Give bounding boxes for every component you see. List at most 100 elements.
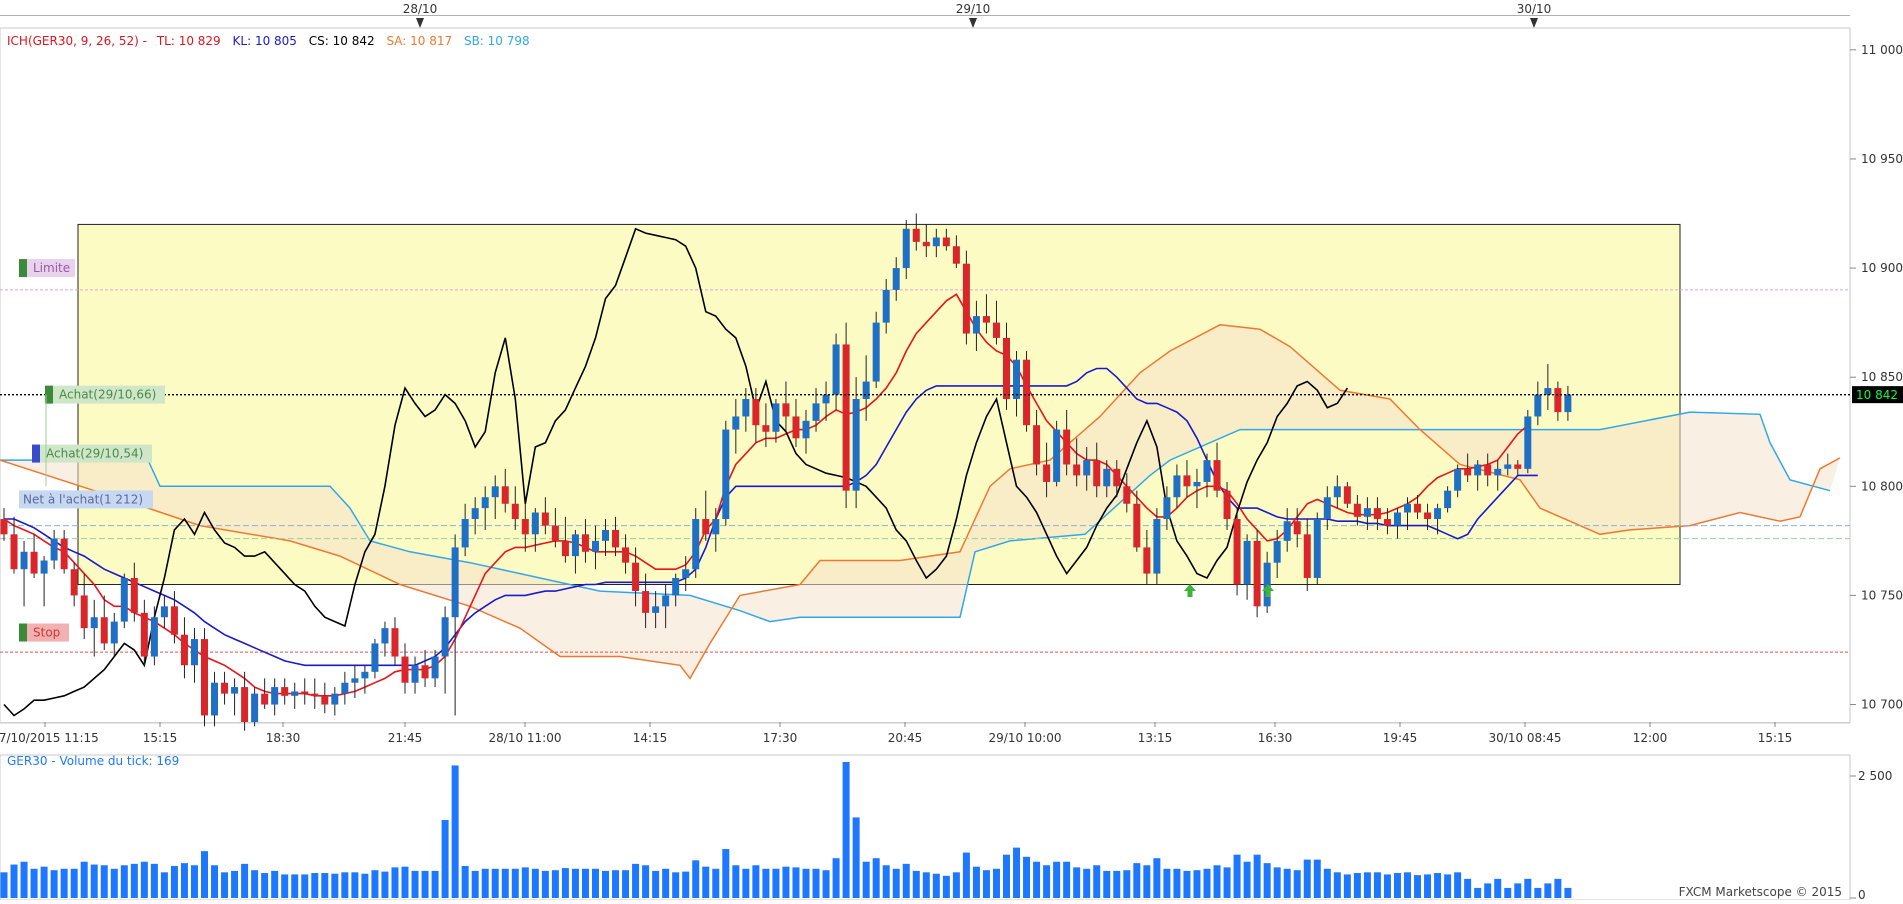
candle-body	[30, 551, 38, 574]
candle[interactable]	[842, 322, 850, 509]
volume-bar	[1424, 874, 1432, 898]
volume-bar	[1414, 875, 1422, 898]
volume-bar	[150, 863, 158, 898]
time-tick-label: 14:15	[633, 731, 668, 745]
volume-bar	[551, 870, 559, 898]
candle[interactable]	[1313, 512, 1321, 585]
volume-bar	[832, 858, 840, 898]
candle-body	[491, 486, 499, 498]
volume-bar	[602, 870, 609, 898]
candle[interactable]	[120, 573, 128, 629]
candle-body	[531, 512, 539, 535]
volume-bar	[1043, 865, 1051, 898]
volume-bar	[241, 863, 249, 898]
volume-bar	[1153, 858, 1161, 898]
volume-bar	[682, 871, 690, 898]
candle-body	[291, 691, 299, 696]
volume-bar	[722, 849, 730, 898]
time-tick-label: 15:15	[1758, 731, 1793, 745]
achat-2-marker[interactable]: Achat(29/10,54)	[32, 444, 152, 463]
candle-body	[591, 540, 599, 552]
price-tick-label: 10 700	[1861, 698, 1903, 712]
date-marker-label: 30/10	[1517, 2, 1552, 16]
candle-body	[221, 682, 229, 694]
volume-bar	[311, 873, 319, 898]
achat-1-marker[interactable]: Achat(29/10,66)	[45, 385, 165, 404]
volume-bar	[251, 870, 259, 898]
candle-body	[541, 512, 549, 526]
volume-tick-label-0: 0	[1858, 888, 1866, 900]
volume-bar	[0, 872, 8, 898]
time-tick-label: 30/10 08:45	[1489, 731, 1562, 745]
volume-bar	[201, 851, 208, 898]
candle-body	[1484, 464, 1492, 476]
candle-body	[331, 693, 339, 705]
candle-body	[271, 687, 279, 705]
candle[interactable]	[1023, 350, 1031, 432]
candle-body	[1514, 464, 1522, 469]
volume-bar	[792, 867, 800, 898]
price-chart[interactable]: 28/10 29/10 30/10 11 000 10 950 10 900 10 850…	[0, 0, 1903, 902]
volume-bar	[1223, 867, 1231, 898]
volume-bar	[772, 868, 780, 898]
time-tick-label: 27/10/2015 11:15	[0, 731, 99, 745]
price-tick-label: 10 900	[1861, 261, 1903, 275]
volume-bar	[120, 865, 128, 898]
stop-marker[interactable]: Stop	[19, 623, 69, 642]
volume-bar	[221, 872, 229, 898]
volume-bar	[331, 873, 339, 898]
candle-body	[602, 529, 609, 541]
volume-bar	[1524, 878, 1532, 898]
volume-bar	[1343, 874, 1351, 898]
volume-bar	[632, 863, 640, 898]
candle[interactable]	[722, 420, 730, 526]
volume-bar	[1393, 873, 1401, 898]
candle-body	[932, 237, 940, 247]
volume-bar	[1333, 872, 1341, 898]
candle-body	[1494, 468, 1502, 476]
candle-body	[1373, 508, 1381, 520]
volume-bar	[1143, 865, 1151, 898]
candle-body	[982, 316, 990, 323]
candle-body	[1253, 540, 1261, 607]
candle-body	[40, 560, 48, 574]
volume-bar	[952, 872, 960, 898]
candle[interactable]	[1524, 409, 1532, 474]
candle-body	[341, 682, 349, 694]
candle[interactable]	[1053, 420, 1061, 487]
volume-bar	[902, 863, 910, 898]
volume-bar	[361, 873, 369, 898]
volume-legend: GER30 - Volume du tick: 169	[7, 754, 179, 768]
candle-body	[1273, 540, 1281, 563]
candle-body	[742, 399, 750, 417]
candle-body	[170, 606, 178, 635]
volume-bar	[451, 765, 459, 898]
candle-body	[140, 612, 148, 657]
candle[interactable]	[962, 250, 970, 345]
candle-body	[1113, 468, 1121, 487]
indicator-legend: ICH(GER30, 9, 26, 52) - TL: 10 829 KL: 1…	[7, 34, 530, 48]
volume-bar	[10, 864, 18, 898]
candle-body	[1424, 512, 1432, 520]
net-achat-marker[interactable]: Net à l'achat(1 212)	[19, 490, 153, 509]
volume-bar	[942, 875, 950, 898]
date-marker-label: 29/10	[956, 2, 991, 16]
volume-bar	[100, 865, 108, 898]
candle[interactable]	[201, 628, 208, 727]
candle-body	[662, 595, 670, 607]
candle[interactable]	[1253, 529, 1261, 618]
candle-body	[882, 289, 890, 323]
candle[interactable]	[1233, 508, 1241, 596]
volume-bar	[612, 870, 620, 898]
candle[interactable]	[872, 311, 880, 389]
candle-body	[1133, 503, 1141, 548]
volume-bar	[1163, 868, 1171, 898]
volume-bar	[140, 861, 148, 898]
candle-body	[672, 577, 680, 596]
candle-body	[10, 534, 18, 570]
candle-body	[962, 263, 970, 334]
candle[interactable]	[1153, 508, 1161, 585]
candle-body	[511, 503, 519, 520]
limit-marker[interactable]: Limite	[19, 259, 75, 278]
limit-marker-label: Limite	[33, 261, 70, 275]
